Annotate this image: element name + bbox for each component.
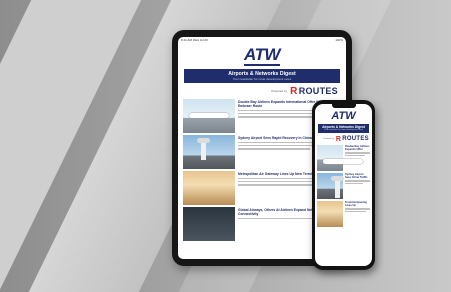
atw-logo[interactable]: ATW	[178, 45, 346, 66]
text-line	[238, 112, 321, 115]
newsletter-banner: Airports & Networks Digest Your newslett…	[318, 124, 369, 133]
text-line	[345, 208, 370, 210]
routes-mark-icon: R	[290, 85, 298, 97]
powered-by-label: Powered by	[271, 89, 288, 93]
atw-logo-text: ATW	[331, 110, 356, 122]
text-line	[238, 183, 316, 186]
aircraft-photo	[183, 99, 235, 133]
powered-by-label: Powered by	[323, 138, 334, 140]
routes-text: ROUTES	[342, 136, 369, 142]
terminal-interior-photo	[317, 201, 343, 227]
article-headline[interactable]: Terminal Opening Lines Up	[345, 201, 370, 207]
article-item[interactable]: Sydney Airport Sees China Traffic	[317, 173, 370, 199]
routes-logo[interactable]: R ROUTES	[290, 86, 338, 97]
status-time: 9:41 AM Wed Jul 20	[181, 38, 208, 42]
article-item[interactable]: Terminal Opening Lines Up	[317, 201, 370, 227]
dark-photo	[183, 207, 235, 241]
text-line	[345, 180, 370, 182]
status-battery: 100%	[335, 38, 343, 42]
newsletter-subtitle: Your newsletter for route development ne…	[232, 77, 292, 81]
routes-mark-icon: R	[335, 135, 342, 143]
phone-device: ATW Airports & Networks Digest Your news…	[312, 100, 375, 270]
text-line	[345, 182, 363, 185]
atw-logo[interactable]: ATW	[315, 110, 372, 122]
newsletter-subtitle: Your newsletter for route development ne…	[324, 129, 363, 131]
article-headline[interactable]: Double Bay Airlines Expands Offer	[345, 145, 370, 151]
newsletter-banner: Airports & Networks Digest Your newslett…	[184, 69, 340, 83]
control-tower-photo	[183, 135, 235, 169]
powered-by: Powered by R ROUTES	[178, 83, 346, 97]
terminal-interior-photo	[183, 171, 235, 205]
article-item[interactable]: Double Bay Airlines Expands Offer	[317, 145, 370, 171]
phone-screen[interactable]: ATW Airports & Networks Digest Your news…	[315, 104, 372, 266]
atw-logo-text: ATW	[244, 45, 280, 66]
routes-logo[interactable]: R ROUTES	[336, 136, 369, 143]
newsletter-title: Airports & Networks Digest	[228, 71, 296, 77]
phone-notch	[331, 104, 356, 108]
aircraft-photo	[317, 145, 363, 171]
text-line	[345, 210, 367, 213]
routes-text: ROUTES	[298, 86, 338, 96]
text-line	[238, 147, 311, 150]
article-headline[interactable]: Sydney Airport Sees China Traffic	[345, 173, 370, 179]
powered-by: Powered by R ROUTES	[315, 133, 372, 143]
text-line	[345, 154, 365, 157]
status-bar: 9:41 AM Wed Jul 20 100%	[178, 37, 346, 44]
control-tower-photo	[317, 173, 344, 199]
text-line	[345, 152, 370, 154]
